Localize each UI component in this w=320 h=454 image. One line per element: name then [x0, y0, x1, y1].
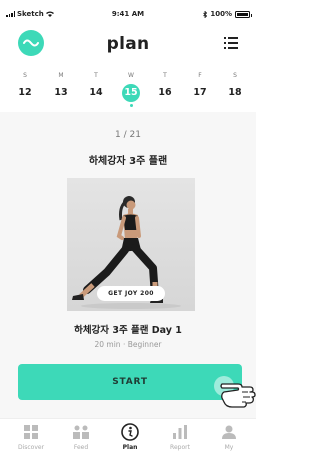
tab-my[interactable]: My — [209, 423, 249, 451]
day-of-week: T — [163, 72, 167, 79]
day-date: 18 — [228, 87, 242, 98]
day-thu[interactable]: T 16 — [151, 72, 179, 101]
tab-label: Discover — [17, 444, 45, 451]
day-date: 15 — [122, 84, 140, 102]
day-of-week: F — [198, 72, 202, 79]
week-selector: S 12 M 13 T 14 W 15 T 16 F 17 S 18 — [0, 72, 256, 107]
workout-photo[interactable]: GET JOY 200 — [67, 178, 195, 311]
tab-label: My — [224, 444, 234, 451]
status-bar: Sketch 9:41 AM 100% — [0, 0, 256, 22]
tab-plan[interactable]: Plan — [110, 423, 150, 451]
tab-label: Feed — [73, 444, 89, 451]
day-of-week: T — [94, 72, 98, 79]
day-fri[interactable]: F 17 — [186, 72, 214, 101]
day-date: 14 — [89, 87, 103, 98]
tab-bar: Discover Feed Plan Report My — [0, 418, 256, 454]
plan-title: 하체강자 3주 플랜 — [88, 156, 168, 167]
day-tue[interactable]: T 14 — [82, 72, 110, 101]
day-wed-selected[interactable]: W 15 — [117, 72, 145, 107]
tab-label: Plan — [122, 444, 138, 451]
plan-card: 1 / 21 하체강자 3주 플랜 GET JOY 200 하체강자 3주 플랜… — [0, 112, 256, 418]
page-title: plan — [106, 34, 150, 54]
report-icon — [171, 423, 189, 441]
feed-icon — [72, 423, 90, 441]
header: plan — [0, 26, 256, 62]
day-date: 17 — [193, 87, 207, 98]
day-sat[interactable]: S 18 — [221, 72, 249, 101]
profile-icon — [220, 423, 238, 441]
day-date: 12 — [18, 87, 32, 98]
day-of-week: S — [233, 72, 237, 79]
battery-label: 100% — [210, 10, 232, 18]
plan-icon — [121, 423, 139, 441]
tab-label: Report — [170, 444, 190, 451]
status-right: 100% — [203, 10, 252, 18]
plan-meta: 20 min · Beginner — [94, 340, 162, 349]
start-button[interactable]: START — [18, 364, 242, 400]
day-of-week: W — [128, 72, 134, 79]
battery-icon — [235, 10, 252, 18]
day-mon[interactable]: M 13 — [47, 72, 75, 101]
photo-label: GET JOY 200 — [97, 286, 165, 301]
selected-dot-icon — [129, 104, 133, 107]
tab-feed[interactable]: Feed — [61, 423, 101, 451]
list-menu-icon[interactable] — [224, 37, 238, 49]
day-of-week: M — [58, 72, 64, 79]
day-title: 하체강자 3주 플랜 Day 1 — [74, 325, 182, 336]
grid-icon — [22, 423, 40, 441]
day-sun[interactable]: S 12 — [11, 72, 39, 101]
tab-report[interactable]: Report — [160, 423, 200, 451]
plan-counter: 1 / 21 — [115, 130, 141, 140]
tap-hand-icon — [214, 376, 256, 408]
tab-discover[interactable]: Discover — [11, 423, 51, 451]
day-date: 13 — [54, 87, 68, 98]
bluetooth-icon — [203, 10, 208, 18]
day-of-week: S — [23, 72, 27, 79]
day-date: 16 — [158, 87, 172, 98]
